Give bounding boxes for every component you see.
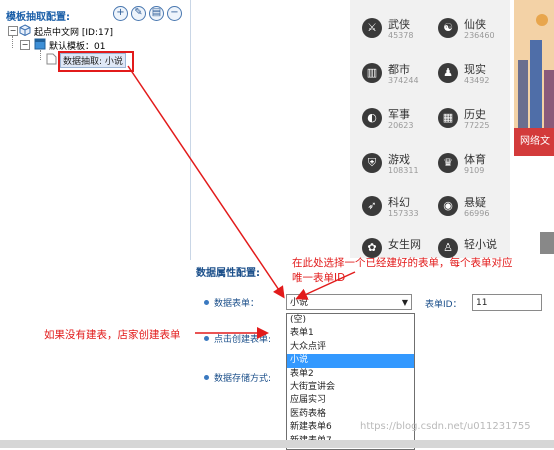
watermark: https://blog.csdn.net/u011231755 [360, 421, 531, 432]
annotation-top: 在此处选择一个已经建好的表单，每个表单对应 [292, 257, 513, 269]
annotation-arrows [127, 65, 356, 339]
arrow-to-select [127, 65, 285, 299]
bottom-scrollbar[interactable] [0, 440, 554, 448]
annotation-top-line2: 唯一表单ID [292, 272, 346, 284]
annotation-left: 如果没有建表，店家创建表单 [44, 329, 181, 341]
